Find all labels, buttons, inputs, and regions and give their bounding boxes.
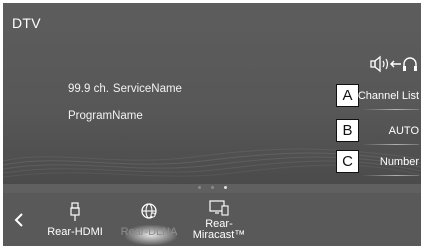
page-indicator <box>3 186 421 189</box>
number-label: Number <box>379 156 419 168</box>
display-device-icon <box>209 200 229 216</box>
chevron-left-icon[interactable] <box>12 212 26 228</box>
button-underline <box>362 109 419 110</box>
auto-button[interactable]: B AUTO <box>336 119 419 145</box>
rear-miracast-label: Rear- Miracast™ <box>183 219 255 241</box>
channel-list-label: Channel List <box>357 90 419 102</box>
speaker-to-headphones-icon <box>370 55 417 73</box>
number-button[interactable]: C Number <box>336 150 419 176</box>
marker-a: A <box>336 84 359 107</box>
rear-miracast-label-line2: Miracast™ <box>192 229 246 241</box>
rear-miracast-button[interactable]: Rear- Miracast™ <box>183 193 255 246</box>
marker-b: B <box>336 119 359 142</box>
button-underline <box>362 144 419 145</box>
main-area: DTV 99.9 ch. ServiceName ProgramName A Ch… <box>3 3 421 184</box>
program-name: ProgramName <box>68 110 143 122</box>
globe-network-icon <box>141 203 157 219</box>
auto-label: AUTO <box>388 125 419 137</box>
page-dot-2 <box>210 186 214 189</box>
button-underline <box>362 175 419 176</box>
usb-hdmi-icon <box>70 202 80 221</box>
page-dot-3-active <box>223 186 227 189</box>
channel-number: 99.9 ch. <box>68 83 109 95</box>
rear-hdmi-button[interactable]: Rear-HDMI <box>39 193 111 246</box>
page-dot-1 <box>197 186 201 189</box>
audio-output-button[interactable] <box>369 54 417 74</box>
channel-list-button[interactable]: A Channel List <box>336 84 419 110</box>
channel-service-info: 99.9 ch. ServiceName <box>68 83 182 95</box>
marker-c: C <box>336 150 359 173</box>
rear-dlna-label: Rear-DLNA <box>120 226 178 238</box>
service-name: ServiceName <box>112 83 182 95</box>
page-title: DTV <box>12 15 41 31</box>
rear-hdmi-label: Rear-HDMI <box>47 226 103 238</box>
rear-dlna-button[interactable]: Rear-DLNA <box>113 193 185 246</box>
bottom-app-bar: Rear-HDMI Rear-DLNA Rear- Miracast™ <box>3 193 421 246</box>
dtv-screen: DTV 99.9 ch. ServiceName ProgramName A Ch… <box>3 3 421 246</box>
